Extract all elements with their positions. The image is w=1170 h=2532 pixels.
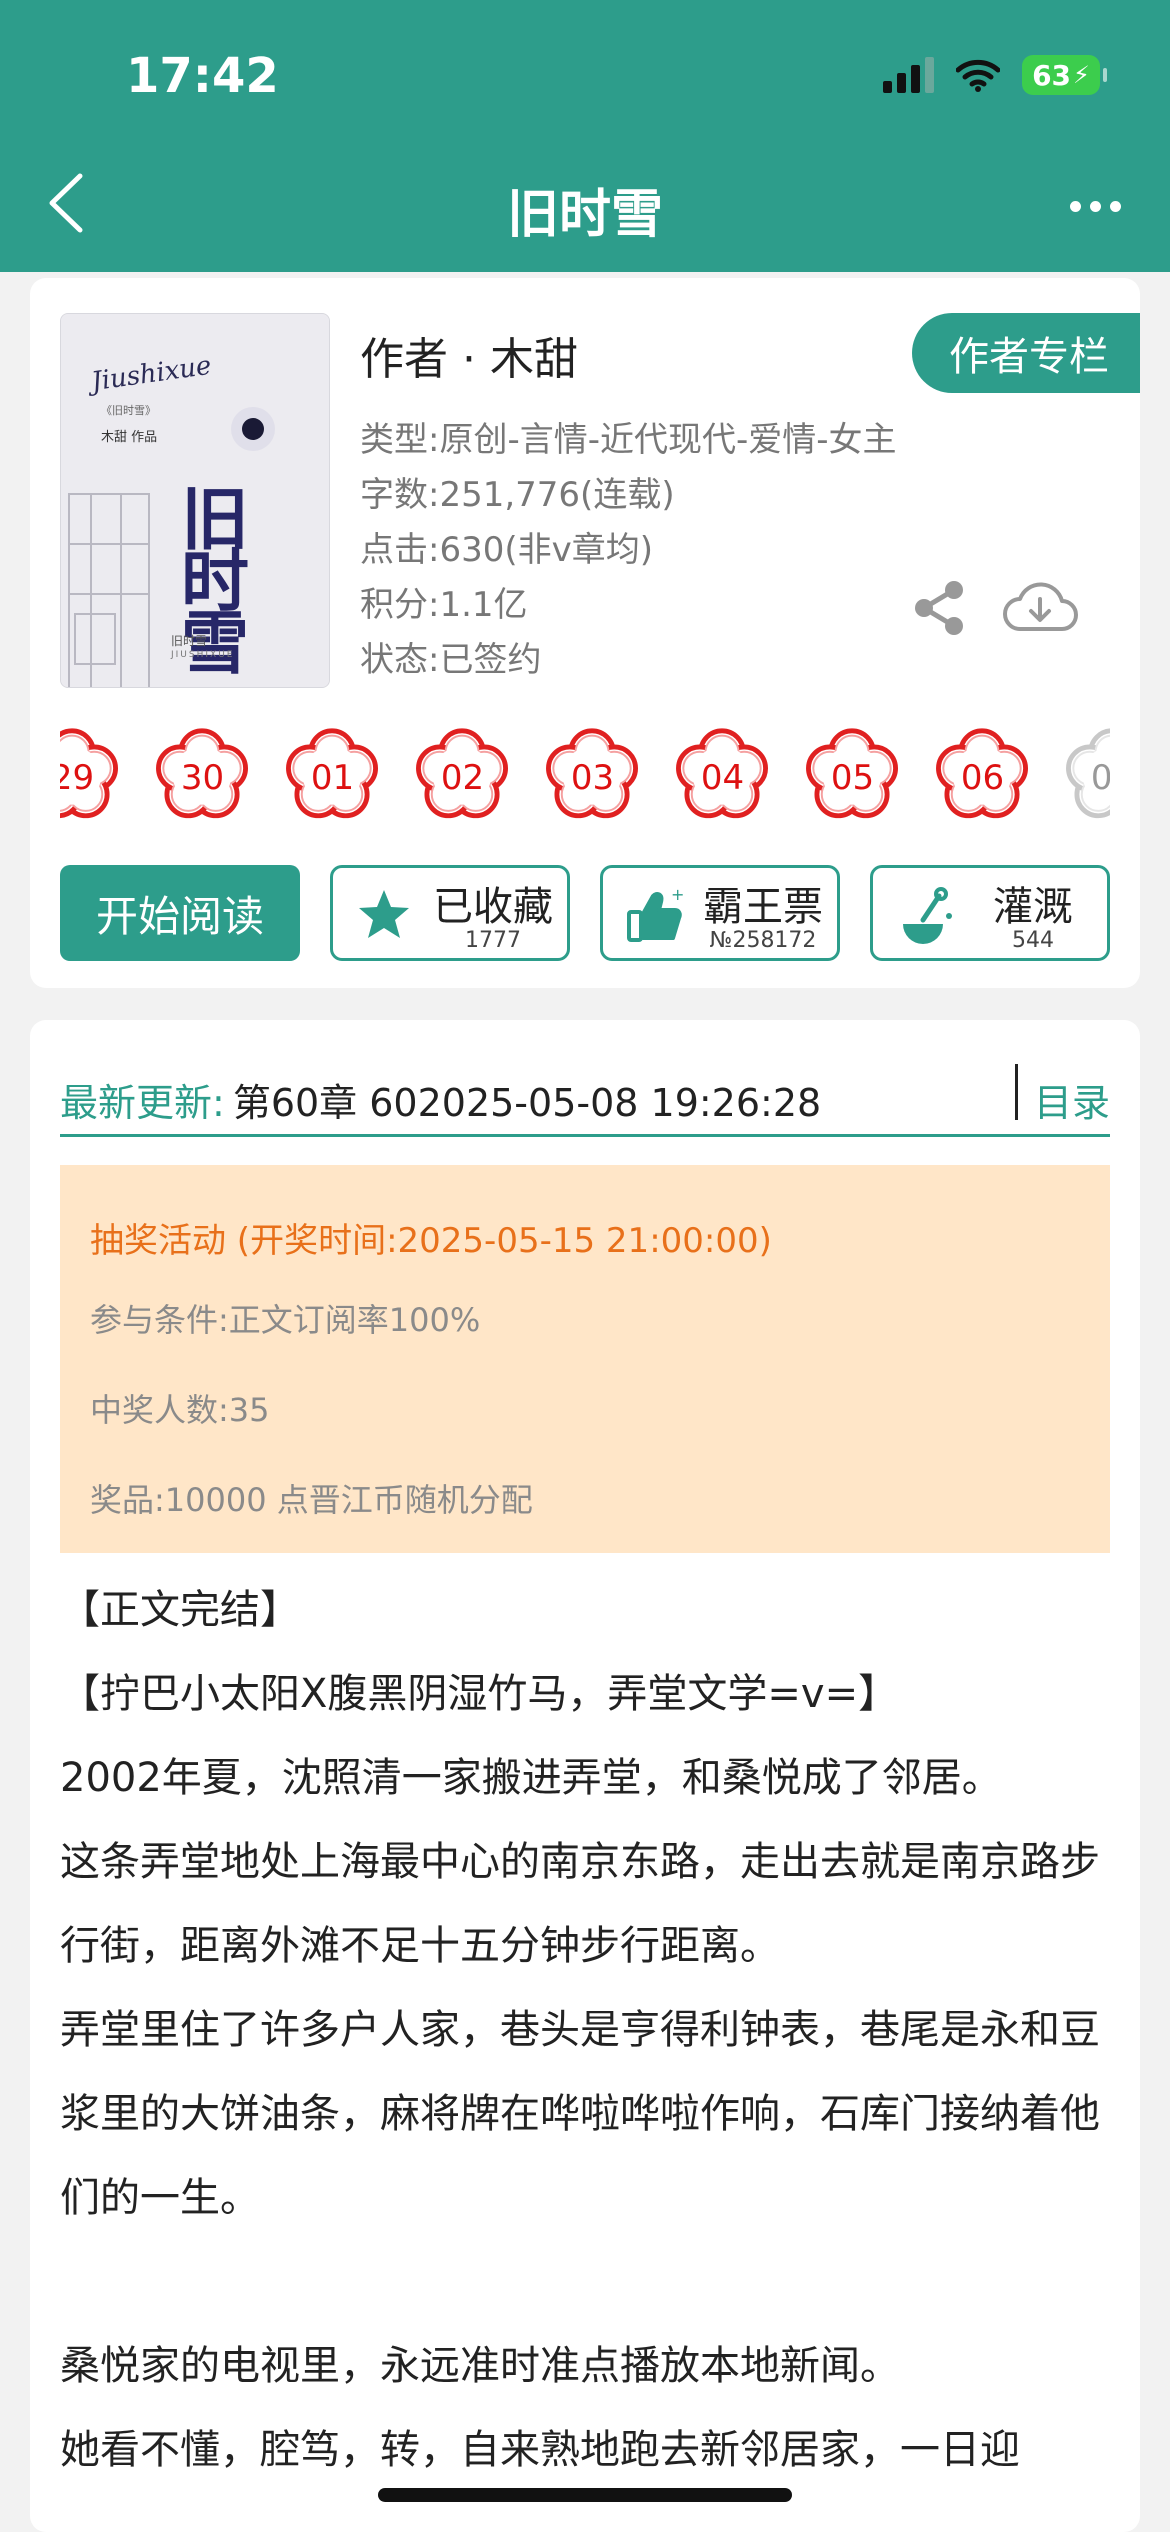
flower-day-label: 07 xyxy=(1090,757,1110,798)
author-column-button[interactable]: 作者专栏 xyxy=(912,313,1140,393)
flower-day-label: 30 xyxy=(180,757,225,798)
book-detail-card: 最新更新: 第60章 602025-05-08 19:26:28 目录 抽奖活动 … xyxy=(30,1020,1140,2532)
flower-day-icon[interactable]: 30 xyxy=(150,723,255,828)
synopsis-paragraph: 她看不懂，腔笃，转，自来熟地跑去新邻居家，一日迎 xyxy=(60,2427,1020,2473)
latest-update[interactable]: 最新更新: 第60章 602025-05-08 19:26:28 xyxy=(60,1072,821,1127)
divider xyxy=(1015,1064,1018,1120)
meta-clicks: 点击:630(非v章均) xyxy=(360,530,654,570)
favorite-count: 1777 xyxy=(465,928,521,953)
author-name[interactable]: 作者 · 木甜 xyxy=(360,323,578,387)
water-count: 544 xyxy=(1012,928,1054,953)
flower-day-label: 03 xyxy=(570,757,615,798)
flower-day-icon[interactable]: 02 xyxy=(410,723,515,828)
flower-calendar: 29300102030405060708 xyxy=(60,723,1110,833)
cellular-signal-icon xyxy=(883,57,934,93)
favorite-label: 已收藏 xyxy=(433,884,553,930)
more-options-button[interactable] xyxy=(1060,180,1130,232)
thumbs-up-icon: + xyxy=(627,886,683,942)
cover-small-title: 旧时雪 xyxy=(171,634,208,648)
meta-genre: 类型:原创-言情-近代现代-爱情-女主 xyxy=(360,420,897,460)
flower-day-label: 06 xyxy=(960,757,1005,798)
charging-bolt-icon: ⚡ xyxy=(1073,61,1090,89)
meta-status: 状态:已签约 xyxy=(360,640,542,680)
section-divider xyxy=(60,1134,1110,1137)
book-synopsis: 【正文完结】 【拧巴小太阳X腹黑阴湿竹马，弄堂文学=v=】 2002年夏，沈照清… xyxy=(60,1568,1110,2492)
more-dot-icon xyxy=(1089,200,1101,212)
lottery-prize: 奖品:10000 点晋江币随机分配 xyxy=(90,1481,533,1519)
star-icon xyxy=(359,890,409,938)
synopsis-paragraph: 桑悦家的电视里，永远准时准点播放本地新闻。 xyxy=(60,2343,900,2389)
battery-icon: 63 ⚡ xyxy=(1022,55,1107,95)
table-of-contents-link[interactable]: 目录 xyxy=(1034,1072,1110,1127)
favorite-button[interactable]: 已收藏 1777 xyxy=(330,865,570,961)
flower-day-icon[interactable]: 07 xyxy=(1060,723,1110,828)
lottery-condition: 参与条件:正文订阅率100% xyxy=(90,1301,481,1339)
synopsis-paragraph: 【正文完结】 xyxy=(60,1587,300,1633)
share-button[interactable] xyxy=(910,578,970,638)
svg-text:+: + xyxy=(671,886,683,904)
latest-update-text: 第60章 602025-05-08 19:26:28 xyxy=(232,1081,822,1125)
status-time: 17:42 xyxy=(126,48,279,104)
meta-score: 积分:1.1亿 xyxy=(360,585,528,625)
flower-day-label: 01 xyxy=(310,757,355,798)
flower-day-label: 04 xyxy=(700,757,745,798)
synopsis-paragraph: 弄堂里住了许多户人家，巷头是亨得利钟表，巷尾是永和豆浆里的大饼油条，麻将牌在哗啦… xyxy=(60,2007,1100,2221)
flower-day-icon[interactable]: 06 xyxy=(930,723,1035,828)
synopsis-paragraph: 2002年夏，沈照清一家搬进弄堂，和桑悦成了邻居。 xyxy=(60,1755,1002,1801)
synopsis-paragraph: 【拧巴小太阳X腹黑阴湿竹马，弄堂文学=v=】 xyxy=(60,1671,899,1717)
water-label: 灌溉 xyxy=(993,884,1073,930)
flower-day-icon[interactable]: 01 xyxy=(280,723,385,828)
lottery-winners: 中奖人数:35 xyxy=(90,1391,270,1429)
book-meta: 类型:原创-言情-近代现代-爱情-女主 字数:251,776(连载) 点击:63… xyxy=(360,413,897,688)
water-button[interactable]: 灌溉 544 xyxy=(870,865,1110,961)
watering-icon xyxy=(903,887,952,944)
download-button[interactable] xyxy=(1000,573,1080,643)
cover-author-mark: 木甜 作品 xyxy=(101,430,158,445)
flower-day-icon[interactable]: 04 xyxy=(670,723,775,828)
more-dot-icon xyxy=(1109,200,1121,212)
status-icons: 63 ⚡ xyxy=(883,55,1107,95)
meta-word-count: 字数:251,776(连载) xyxy=(360,475,675,515)
more-dot-icon xyxy=(1069,200,1081,212)
share-icon xyxy=(915,581,963,635)
flower-day-label: 05 xyxy=(830,757,875,798)
cloud-download-icon xyxy=(1003,582,1078,631)
home-indicator[interactable] xyxy=(378,2488,792,2502)
flower-day-label: 02 xyxy=(440,757,485,798)
lottery-title: 抽奖活动 (开奖时间:2025-05-15 21:00:00) xyxy=(90,1221,772,1261)
action-buttons: 开始阅读 已收藏 1777 + 霸王票 №258172 灌溉 544 xyxy=(60,865,1110,961)
page-title: 旧时雪 xyxy=(506,185,663,245)
flower-day-label: 29 xyxy=(60,757,95,798)
ticket-label: 霸王票 xyxy=(703,884,823,930)
latest-update-label: 最新更新: xyxy=(60,1081,225,1125)
ticket-button[interactable]: + 霸王票 №258172 xyxy=(600,865,840,961)
start-reading-button[interactable]: 开始阅读 xyxy=(60,865,300,961)
ticket-count: №258172 xyxy=(709,928,817,953)
flower-day-icon[interactable]: 05 xyxy=(800,723,905,828)
wifi-icon xyxy=(956,59,1000,92)
latest-update-row[interactable]: 最新更新: 第60章 602025-05-08 19:26:28 目录 xyxy=(60,1048,1110,1128)
flower-day-icon[interactable]: 03 xyxy=(540,723,645,828)
flower-day-icon[interactable]: 29 xyxy=(60,723,125,828)
book-cover[interactable]: Jiushixue 《旧时雪》 木甜 作品 旧时雪 旧时雪 JIUSHIXUE xyxy=(60,313,330,688)
app-header: 17:42 63 ⚡ 旧时雪 xyxy=(0,0,1170,272)
battery-level: 63 xyxy=(1032,58,1072,92)
cover-pinyin: JIUSHIXUE xyxy=(171,650,235,660)
synopsis-paragraph xyxy=(60,2240,1110,2324)
synopsis-paragraph: 这条弄堂地处上海最中心的南京东路，走出去就是南京路步行街，距离外滩不足十五分钟步… xyxy=(60,1839,1100,1969)
book-info-card: Jiushixue 《旧时雪》 木甜 作品 旧时雪 旧时雪 JIUSHIXUE … xyxy=(30,278,1140,988)
lottery-panel[interactable]: 抽奖活动 (开奖时间:2025-05-15 21:00:00) 参与条件:正文订… xyxy=(60,1165,1110,1553)
cover-subtitle: 《旧时雪》 xyxy=(101,404,156,417)
